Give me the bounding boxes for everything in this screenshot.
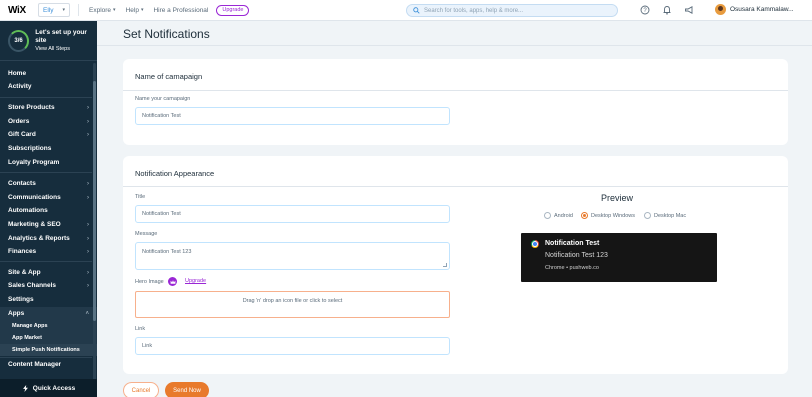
campaign-name-label: Name your camapaign — [135, 96, 191, 102]
link-input[interactable]: Link — [135, 337, 450, 355]
sidebar-item-communications[interactable]: Communications › — [0, 191, 97, 204]
setup-progress-widget[interactable]: 3/6 Let's set up your site View All Step… — [0, 21, 97, 61]
sidebar-item-orders[interactable]: Orders › — [0, 115, 97, 128]
radio-desktop-windows[interactable]: Desktop Windows — [581, 212, 635, 219]
appearance-card-title: Notification Appearance — [135, 169, 215, 178]
message-textarea[interactable]: Notification Test 123 — [135, 242, 450, 270]
notification-title: Notification Test — [545, 240, 600, 247]
sidebar-item-simple-push-notifications[interactable]: Simple Push Notifications — [0, 344, 97, 356]
search-icon — [413, 7, 420, 14]
sidebar-item-manage-apps[interactable]: Manage Apps — [0, 320, 97, 332]
preview-title: Preview — [601, 193, 634, 203]
divider — [78, 4, 79, 16]
sidebar-item-apps[interactable]: Apps ˄ — [0, 307, 97, 320]
title-input[interactable]: Notification Test — [135, 205, 450, 223]
sidebar-item-site-app[interactable]: Site & App › — [0, 266, 97, 279]
lightning-icon — [22, 384, 28, 392]
divider — [123, 90, 788, 91]
sidebar-item-settings[interactable]: Settings — [0, 293, 97, 306]
send-now-button[interactable]: Send Now — [165, 382, 209, 397]
radio-button-selected[interactable] — [581, 212, 588, 219]
title-label: Title — [135, 194, 146, 200]
top-bar: WiX Elly ▾ Explore ▾ Help ▾ Hire a Profess… — [0, 0, 812, 21]
sidebar-item-analytics-reports[interactable]: Analytics & Reports › — [0, 232, 97, 245]
notification-message: Notification Test 123 — [545, 252, 608, 259]
chrome-icon — [531, 240, 539, 248]
progress-ring: 3/6 — [8, 29, 30, 52]
setup-title: Let's set up your site — [35, 29, 87, 44]
campaign-card-title: Name of camapaign — [135, 72, 203, 81]
site-selector[interactable]: Elly ▾ — [38, 3, 70, 17]
divider — [0, 97, 92, 98]
icon-dropzone[interactable]: Drag 'n' drop an icon file or click to s… — [135, 291, 450, 318]
sidebar-item-automations[interactable]: Automations — [0, 204, 97, 217]
megaphone-icon[interactable] — [684, 5, 694, 15]
radio-android[interactable]: Android — [544, 212, 573, 219]
chevron-right-icon: › — [87, 131, 89, 138]
sidebar-item-subscriptions[interactable]: Subscriptions — [0, 142, 97, 155]
wix-logo[interactable]: WiX — [0, 5, 36, 16]
sidebar-item-home[interactable]: Home — [0, 67, 97, 80]
sidebar-item-activity[interactable]: Activity — [0, 80, 97, 93]
avatar[interactable] — [715, 4, 726, 15]
chevron-right-icon: › — [87, 221, 89, 228]
sidebar-item-marketing-seo[interactable]: Marketing & SEO › — [0, 218, 97, 231]
nav-hire-professional[interactable]: Hire a Professional — [153, 7, 208, 14]
resize-handle-icon[interactable] — [443, 263, 447, 267]
radio-button[interactable] — [544, 212, 551, 219]
chevron-right-icon: › — [87, 180, 89, 187]
user-name[interactable]: Osusara Kammalaw... — [730, 6, 794, 13]
radio-button[interactable] — [644, 212, 651, 219]
chevron-up-icon: ˄ — [85, 310, 89, 317]
sidebar-item-contacts[interactable]: Contacts › — [0, 177, 97, 190]
sidebar: 3/6 Let's set up your site View All Step… — [0, 21, 97, 397]
cancel-button[interactable]: Cancel — [123, 382, 159, 397]
chevron-down-icon: ▾ — [140, 7, 144, 13]
sidebar-item-sales-channels[interactable]: Sales Channels › — [0, 279, 97, 292]
chevron-down-icon: ▾ — [113, 7, 116, 13]
help-icon[interactable]: ? — [640, 5, 650, 15]
chevron-right-icon: › — [87, 118, 89, 125]
chevron-down-icon: ▾ — [62, 7, 65, 13]
sidebar-item-loyalty-program[interactable]: Loyalty Program — [0, 156, 97, 169]
sidebar-item-store-products[interactable]: Store Products › — [0, 101, 97, 114]
sidebar-scrollbar-thumb[interactable] — [93, 81, 96, 321]
search-placeholder: Search for tools, apps, help & more... — [424, 7, 524, 14]
chevron-right-icon: › — [87, 282, 89, 289]
divider — [0, 261, 92, 262]
view-all-steps-link[interactable]: View All Steps — [35, 46, 97, 52]
upgrade-button[interactable]: Upgrade — [216, 4, 250, 16]
nav-explore[interactable]: Explore ▾ — [89, 7, 116, 14]
chevron-right-icon: › — [87, 235, 89, 242]
sidebar-item-app-market[interactable]: App Market — [0, 332, 97, 344]
chevron-right-icon: › — [87, 248, 89, 255]
notification-source: Chrome • pushweb.co — [545, 265, 599, 271]
nav-help[interactable]: Help ▾ — [126, 7, 144, 14]
sidebar-item-gift-card[interactable]: Gift Card › — [0, 128, 97, 141]
campaign-card: Name of camapaign Name your camapaign No… — [123, 59, 788, 145]
hero-upgrade-link[interactable]: Upgrade — [185, 278, 206, 284]
sidebar-item-finances[interactable]: Finances › — [0, 245, 97, 258]
divider — [123, 186, 788, 187]
quick-access-button[interactable]: Quick Access — [0, 379, 97, 397]
link-label: Link — [135, 326, 146, 332]
crown-icon — [168, 277, 177, 286]
notification-preview: Notification Test Notification Test 123 … — [521, 233, 717, 282]
sidebar-item-content-manager[interactable]: Content Manager — [0, 358, 97, 371]
chevron-right-icon: › — [87, 104, 89, 111]
bell-icon[interactable] — [662, 5, 672, 15]
divider — [97, 45, 812, 46]
radio-desktop-mac[interactable]: Desktop Mac — [644, 212, 686, 219]
search-input[interactable]: Search for tools, apps, help & more... — [406, 4, 618, 17]
chevron-right-icon: › — [87, 194, 89, 201]
message-label: Message — [135, 231, 158, 237]
campaign-name-input[interactable]: Notification Test — [135, 107, 450, 125]
site-name: Elly — [43, 6, 54, 14]
hero-image-label: Hero Image — [135, 279, 164, 285]
divider — [0, 172, 92, 173]
page-title: Set Notifications — [123, 27, 210, 41]
chevron-right-icon: › — [87, 269, 89, 276]
